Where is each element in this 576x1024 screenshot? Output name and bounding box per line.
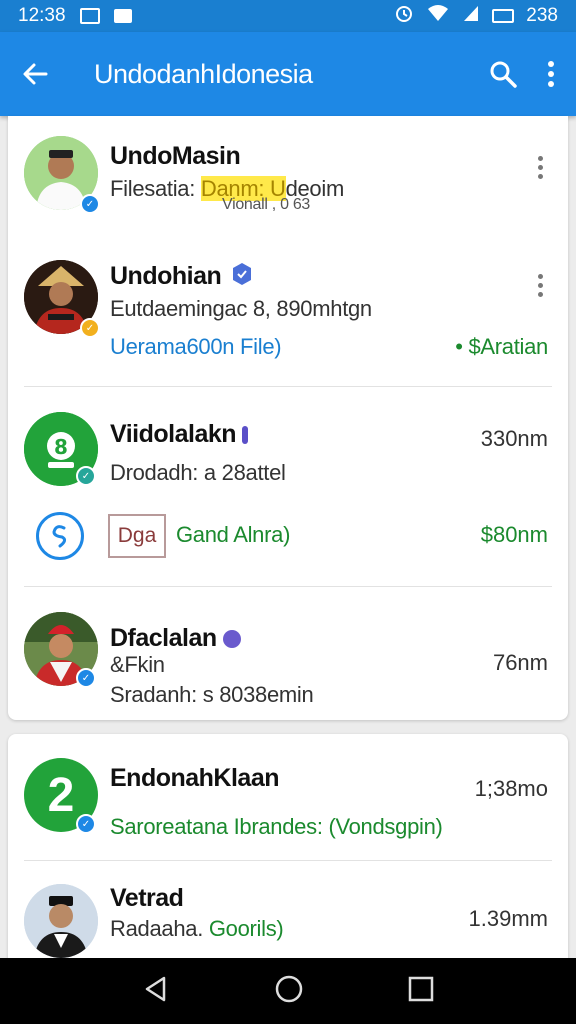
contact-name-text: Dfaclalan [110,624,217,652]
verified-badge-icon: ✓ [76,814,96,834]
search-icon[interactable] [488,59,518,89]
contact-name: Undohian [110,262,254,293]
wifi-icon [426,3,450,29]
verified-icon [230,262,254,293]
status-text: • $Aratian [455,334,548,359]
battery-icon [492,9,515,23]
row-menu-icon[interactable] [538,274,544,297]
chat-list-card: ✓ UndoMasin Filesatia: Danm: Udeoim Vion… [8,116,568,720]
chat-row-4[interactable]: ✓ Dfaclalan &Fkin Sradanh: s 8038emin 76… [8,588,568,718]
verified-icon [242,426,249,445]
contact-name-text: Viidolalakn [110,420,237,448]
message-preview-faint: Vionall , 0 63 [222,196,311,213]
tag-chip[interactable]: Dga [108,514,166,558]
message-preview: Eutdaemingac 8, 890mhtgn [110,296,372,321]
verified-icon [223,630,242,649]
message-preview: Drodadh: a 28attel [110,460,286,485]
app-bar: UndodanhIdonesia [0,32,576,116]
chat-list-card-2: 2 ✓ EndonahKlaan 1;38mo Saroreatana Ibra… [8,734,568,974]
page-title: UndodanhIdonesia [94,58,313,89]
more-options-icon[interactable] [546,59,556,89]
verified-badge-icon: ✓ [80,318,100,338]
preview-link: Goorils) [208,916,284,941]
message-preview: Sradanh: s 8038emin [110,682,314,707]
chat-row-1[interactable]: ✓ UndoMasin Filesatia: Danm: Udeoim Vion… [8,116,568,226]
contact-name: Dfaclalan [110,624,242,653]
back-arrow-icon[interactable] [20,59,50,89]
contact-name: Vetrad [110,884,184,912]
avatar [24,884,98,958]
back-nav-icon[interactable] [142,975,170,1008]
chat-row-2[interactable]: ✓ Undohian Eutdaemingac 8, 890mhtgn Uera… [8,240,568,390]
verified-badge-icon: ✓ [76,466,96,486]
payment-icon[interactable] [36,512,84,560]
message-time: 76nm [492,650,548,675]
status-bar: 12:38 238 [0,0,576,32]
message-notification-icon [113,9,132,23]
tag-chip-label: Dga [117,524,157,547]
alarm-icon [394,3,414,29]
verified-badge-icon: ✓ [80,194,100,214]
chat-row-5[interactable]: 2 ✓ EndonahKlaan 1;38mo Saroreatana Ibra… [8,734,568,860]
contact-name: EndonahKlaan [110,764,280,792]
chip-description: Gand Alnra) [176,522,291,547]
battery-time: 238 [526,5,558,26]
message-time: 1.39mm [468,906,548,931]
contact-name: UndoMasin [110,142,241,170]
message-line: &Fkin [110,652,165,677]
preview-prefix: Radaaha. [110,916,209,941]
amount-text: $80nm [480,522,548,547]
divider [24,386,552,387]
contact-name: Viidolalakn [110,420,249,449]
signal-icon [462,4,480,28]
svg-text:8: 8 [54,435,68,459]
status-time: 12:38 [18,5,66,26]
home-nav-icon[interactable] [274,974,304,1009]
verified-badge-icon: ✓ [76,668,96,688]
row-menu-icon[interactable] [538,156,544,179]
avatar-number: 2 [47,768,75,822]
message-time: 330nm [480,426,548,451]
file-link[interactable]: Uerama600n File) [110,334,282,360]
divider [24,586,552,587]
system-nav-bar [0,958,576,1024]
chat-row-3[interactable]: 8 ✓ Viidolalakn 330nm Drodadh: a 28attel… [8,388,568,588]
message-preview: Saroreatana Ibrandes: (Vondsgpin) [110,814,443,839]
contact-name-text: Undohian [110,262,222,291]
divider [24,860,552,861]
message-preview: Radaaha. Goorils) [110,916,284,942]
gallery-notification-icon [79,8,100,24]
message-time: 1;38mo [474,776,548,801]
recents-nav-icon[interactable] [408,976,434,1007]
preview-prefix: Filesatia: [110,176,201,201]
